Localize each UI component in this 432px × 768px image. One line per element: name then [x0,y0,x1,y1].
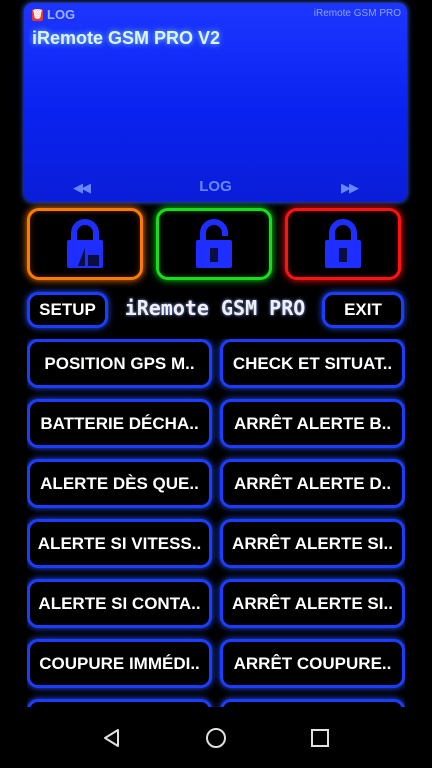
unlock-button[interactable] [156,208,272,280]
lock-button[interactable] [285,208,401,280]
log-header-label: LOG [47,7,76,22]
exit-button[interactable]: EXIT [322,292,404,328]
back-triangle-icon [104,729,119,747]
cmd-arret-alerte-contact[interactable]: ARRÊT ALERTE SI.. [220,579,405,628]
cmd-partial-left[interactable] [27,699,212,707]
next-icon[interactable]: ▶▶ [341,180,359,196]
navigation-bar [0,708,432,768]
setup-button[interactable]: SETUP [27,292,108,328]
home-circle-icon [206,728,226,748]
lock-partial-button[interactable] [27,208,143,280]
cmd-partial-right[interactable] [220,699,405,707]
cmd-arret-alerte-des-que[interactable]: ARRÊT ALERTE D.. [220,459,405,508]
recents-square-icon [311,729,329,747]
app-title: iRemote GSM PRO [124,296,306,320]
command-grid: POSITION GPS M.. CHECK ET SITUAT.. BATTERI… [27,339,405,707]
lock-icon [325,219,361,268]
cmd-coupure-immediate[interactable]: COUPURE IMMÉDI.. [27,639,212,688]
cmd-arret-alerte-vitesse[interactable]: ARRÊT ALERTE SI.. [220,519,405,568]
cmd-position-gps[interactable]: POSITION GPS M.. [27,339,212,388]
log-content: iRemote GSM PRO V2 [32,28,221,48]
cmd-check-situation[interactable]: CHECK ET SITUAT.. [220,339,405,388]
back-button[interactable] [92,718,132,758]
cmd-arret-coupure[interactable]: ARRÊT COUPURE.. [220,639,405,688]
cmd-arret-alerte-batterie[interactable]: ARRÊT ALERTE B.. [220,399,405,448]
cmd-alerte-contact[interactable]: ALERTE SI CONTA.. [27,579,212,628]
cmd-alerte-des-que[interactable]: ALERTE DÈS QUE.. [27,459,212,508]
log-header: 🗑 LOG [32,7,75,22]
log-app-name: iRemote GSM PRO [313,8,401,19]
log-footer: ◀◀ LOG ▶▶ [24,178,407,196]
cmd-alerte-vitesse[interactable]: ALERTE SI VITESS.. [27,519,212,568]
home-button[interactable] [196,718,236,758]
partial-lock-icon [67,219,103,268]
trash-icon[interactable]: 🗑 [32,8,43,21]
log-panel: 🗑 LOG iRemote GSM PRO iRemote GSM PRO V2… [24,3,407,202]
unlock-icon [196,219,232,268]
cmd-batterie-decharge[interactable]: BATTERIE DÉCHA.. [27,399,212,448]
recents-button[interactable] [300,718,340,758]
